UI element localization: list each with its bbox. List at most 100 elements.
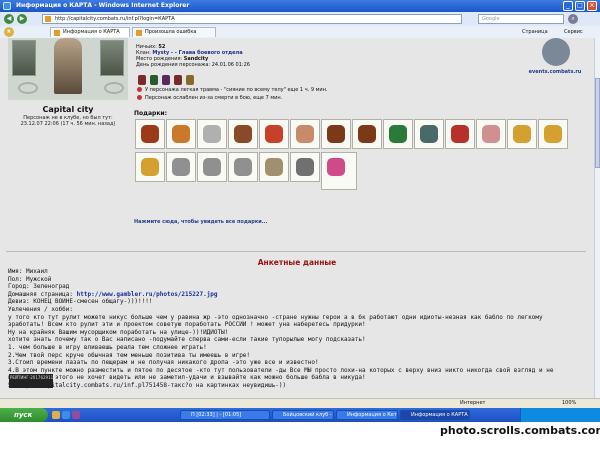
gift-item[interactable] — [197, 152, 227, 182]
taskbar: пуск П [02:33] | - [01:05] Бойцовский кл… — [0, 408, 600, 422]
anketa-motto: Девиз: КОНЕЦ ВОЙНЕ-смесен общагу-)))!!!! — [8, 298, 153, 306]
all-gifts-link[interactable]: Нажмите сюда, чтобы увидеть все подарки.… — [134, 219, 267, 225]
zoom-level[interactable]: 100% — [562, 399, 576, 408]
hobby-line: 4.В этом пункте можно разместить и пятое… — [8, 366, 554, 374]
gift-item[interactable] — [135, 119, 165, 149]
tab-icon — [54, 30, 60, 36]
gift-item[interactable] — [383, 119, 413, 149]
homepage-link[interactable]: http://www.gambler.ru/photos/215227.jpg — [77, 291, 218, 298]
armor-slot — [100, 40, 124, 76]
gift-icon — [234, 125, 252, 143]
tab-label: Информация о КАРТА — [63, 29, 120, 35]
tab-error[interactable]: Произошла ошибка — [132, 27, 216, 37]
gift-item[interactable] — [321, 152, 357, 190]
character-figure — [54, 38, 82, 94]
divider — [6, 251, 586, 252]
quicklaunch-icon[interactable] — [72, 411, 80, 419]
anketa-sex: Пол: Мужской — [8, 275, 52, 283]
gift-icon — [203, 125, 221, 143]
status-injury: У персонажа легкая травма - "сияние по в… — [137, 86, 328, 94]
bottom-strip — [0, 422, 440, 450]
tab-info-karta[interactable]: Информация о КАРТА — [50, 27, 130, 37]
gifts-label: Подарки: — [134, 110, 168, 117]
gift-item[interactable] — [507, 119, 537, 149]
gift-item[interactable] — [259, 152, 289, 182]
minimize-button[interactable]: _ — [563, 1, 573, 11]
gift-item[interactable] — [290, 119, 320, 149]
quicklaunch-icon[interactable] — [62, 411, 70, 419]
maximize-button[interactable]: □ — [575, 1, 585, 11]
address-url: http://capitalcity.combats.ru/inf.pl?log… — [55, 16, 175, 22]
tab-label: Произошла ошибка — [145, 29, 197, 35]
gift-icon — [172, 158, 190, 176]
gift-icon — [172, 125, 190, 143]
gift-icon — [327, 125, 345, 143]
zone-label: Интернет — [460, 400, 486, 406]
gift-item[interactable] — [135, 152, 165, 182]
gift-item[interactable] — [538, 119, 568, 149]
gift-icon — [327, 158, 345, 176]
anketa-name: Имя: Михаил — [8, 268, 48, 275]
gift-item[interactable] — [259, 119, 289, 149]
window-titlebar: Информация о КАРТА - Windows Internet Ex… — [0, 0, 600, 12]
close-button[interactable]: × — [587, 1, 597, 11]
armor-slot — [12, 40, 36, 76]
back-icon[interactable]: ◀ — [4, 14, 14, 24]
medal-icon[interactable] — [150, 75, 158, 85]
rating-counter[interactable]: РЕЙТИНГ-201762911 — [9, 374, 53, 388]
gift-item[interactable] — [166, 152, 196, 182]
medal-icon[interactable] — [138, 75, 146, 85]
gift-item[interactable] — [228, 119, 258, 149]
emblem-icon — [542, 38, 570, 66]
search-input[interactable]: Google — [478, 14, 564, 24]
gift-item[interactable] — [197, 119, 227, 149]
gift-icon — [265, 158, 283, 176]
gift-item[interactable] — [321, 119, 351, 149]
hobby-line: 2.Чем твой перс круче обычная тем меньше… — [8, 351, 251, 359]
gift-icon — [203, 158, 221, 176]
watermark: photo.scrolls.combats.com — [440, 422, 600, 450]
section-title: Анкетные данные — [257, 258, 337, 267]
gift-item[interactable] — [228, 152, 258, 182]
gift-item[interactable] — [445, 119, 475, 149]
quicklaunch-icon[interactable] — [52, 411, 60, 419]
page-menu[interactable]: Страница — [522, 27, 548, 37]
gift-item[interactable] — [476, 119, 506, 149]
gift-item[interactable] — [166, 119, 196, 149]
gift-item[interactable] — [414, 119, 444, 149]
start-button[interactable]: пуск — [0, 408, 48, 422]
window-title: Информация о КАРТА - Windows Internet Ex… — [16, 2, 190, 9]
search-icon[interactable]: ⌕ — [568, 14, 578, 24]
hobby-line: 5.http://capitalcity.combats.ru/inf.pl75… — [8, 381, 287, 389]
address-bar[interactable]: http://capitalcity.combats.ru/inf.pl?log… — [42, 14, 462, 24]
gift-item[interactable] — [352, 119, 382, 149]
gift-icon — [141, 125, 159, 143]
ring-icon — [18, 82, 38, 94]
medal-icon[interactable] — [162, 75, 170, 85]
last-seen-note: Персонаж не в клубе, но был тут: 23.12.0… — [20, 115, 116, 127]
status-list: У персонажа легкая травма - "сияние по в… — [137, 86, 328, 102]
page-icon — [45, 16, 51, 22]
tools-menu[interactable]: Сервис — [564, 27, 583, 37]
hobby-line: 3.Стоил времени лазать по пещерам и не п… — [8, 359, 319, 367]
medal-icon[interactable] — [186, 75, 194, 85]
taskbar-item[interactable]: Информация о Кет... — [336, 410, 398, 420]
navigation-bar: ◀ ▶ http://capitalcity.combats.ru/inf.pl… — [0, 12, 600, 27]
taskbar-item[interactable]: П [02:33] | - [01:05] — [180, 410, 270, 420]
favorites-star-icon[interactable]: ★ — [4, 27, 14, 37]
weakness-icon — [137, 95, 142, 100]
gift-icon — [358, 125, 376, 143]
vertical-scrollbar[interactable] — [594, 38, 600, 398]
medal-icon[interactable] — [174, 75, 182, 85]
gift-item[interactable] — [290, 152, 320, 182]
hobby-line: у того кто тут рулит можете никус больше… — [8, 313, 543, 321]
events-logo[interactable]: events.combats.ru — [528, 38, 582, 78]
gift-icon — [296, 125, 314, 143]
taskbar-item[interactable]: Бойцовский клуб - ... — [272, 410, 334, 420]
scrollbar-thumb[interactable] — [595, 78, 600, 168]
gift-icon — [513, 125, 531, 143]
gift-icon — [389, 125, 407, 143]
taskbar-item[interactable]: Информация о КАРТА — [400, 410, 470, 420]
status-weakness: Персонаж ослаблен из-за смерти в бою, ещ… — [137, 94, 328, 102]
forward-icon[interactable]: ▶ — [17, 14, 27, 24]
